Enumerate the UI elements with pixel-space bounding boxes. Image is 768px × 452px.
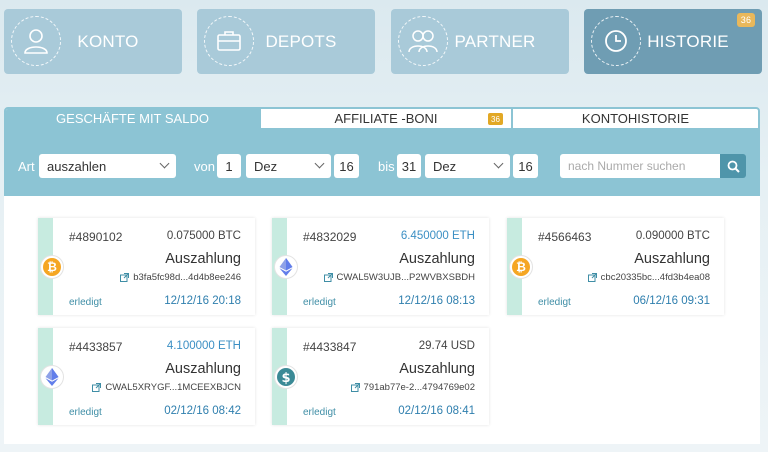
transaction-amount: 0.090000 BTC [635, 230, 710, 242]
transaction-id: #4433847 [303, 340, 357, 354]
nav-button-historie[interactable]: HISTORIE 36 [584, 9, 762, 74]
transaction-amount: 29.74 USD [418, 340, 475, 352]
bis-day-field[interactable]: 31 [397, 154, 421, 178]
transaction-card[interactable]: #4433857 4.100000 ETH Auszahlung CWAL5XR… [38, 328, 255, 425]
transactions-panel: ₿ #4890102 0.075000 BTC Auszahlung b3fa5… [4, 196, 760, 444]
search-input[interactable] [560, 154, 720, 178]
von-month-select[interactable]: Dez [246, 154, 331, 178]
transaction-status: erledigt [303, 407, 336, 418]
transaction-address-link[interactable]: b3fa5fc98d...4d4b8ee246 [120, 272, 241, 283]
external-link-icon [587, 273, 597, 282]
svg-text:$: $ [281, 371, 290, 386]
tab-label: KONTOHISTORIE [581, 111, 690, 126]
nav-button-depots[interactable]: DEPOTS [197, 9, 375, 74]
external-link-icon [323, 273, 333, 282]
external-link-icon [350, 383, 360, 392]
transaction-card[interactable]: ₿ #4566463 0.090000 BTC Auszahlung cbc20… [507, 218, 724, 315]
transaction-address-link[interactable]: CWAL5W3UJB...P2WVBXSBDH [323, 272, 475, 283]
bis-month-select[interactable]: Dez [425, 154, 510, 178]
dollar-icon: $ [274, 365, 298, 389]
von-label: von [194, 159, 215, 174]
bis-year-field[interactable]: 16 [513, 154, 538, 178]
nav-label-depots: DEPOTS [265, 31, 337, 51]
von-year-field[interactable]: 16 [334, 154, 359, 178]
transaction-date: 02/12/16 08:41 [398, 405, 475, 417]
external-link-icon [92, 383, 102, 392]
svg-text:₿: ₿ [516, 260, 526, 274]
transaction-card[interactable]: ₿ #4890102 0.075000 BTC Auszahlung b3fa5… [38, 218, 255, 315]
art-select-value: auszahlen [47, 158, 107, 174]
filter-bar: Art auszahlen von 1 Dez 16 bis 31 Dez 16 [4, 130, 760, 196]
tab-affiliate-boni[interactable]: AFFILIATE -BONI 36 [259, 109, 511, 128]
bitcoin-icon: ₿ [509, 255, 533, 279]
search-button[interactable] [720, 154, 746, 178]
transaction-status: erledigt [538, 297, 571, 308]
transaction-address: CWAL5XRYGF...1MCEEXBJCN [105, 382, 241, 393]
bitcoin-icon: ₿ [40, 255, 64, 279]
transaction-date: 12/12/16 20:18 [164, 295, 241, 307]
transaction-status: erledigt [69, 297, 102, 308]
chevron-down-icon [314, 158, 325, 169]
nav-button-partner[interactable]: PARTNER [391, 9, 569, 74]
external-link-icon [120, 273, 130, 282]
transaction-date: 06/12/16 09:31 [633, 295, 710, 307]
transaction-type: Auszahlung [165, 251, 241, 267]
nav-button-konto[interactable]: KONTO [4, 9, 182, 74]
transaction-address-link[interactable]: cbc20335bc...4fd3b4ea08 [587, 272, 710, 283]
tab-label: AFFILIATE -BONI [334, 111, 438, 126]
transaction-address-link[interactable]: 791ab77e-2...4794769e02 [350, 382, 475, 393]
tab-geschaefte-mit-saldo[interactable]: GESCHÄFTE MIT SALDO [6, 109, 259, 128]
svg-text:₿: ₿ [47, 260, 57, 274]
transaction-status: erledigt [303, 297, 336, 308]
bis-month-value: Dez [433, 158, 457, 174]
von-month-value: Dez [254, 158, 278, 174]
transaction-date: 02/12/16 08:42 [164, 405, 241, 417]
ethereum-icon [40, 365, 64, 389]
nav-label-partner: PARTNER [454, 31, 536, 51]
historie-count-badge: 36 [737, 13, 755, 27]
tab-label: GESCHÄFTE MIT SALDO [56, 111, 209, 126]
transaction-address: b3fa5fc98d...4d4b8ee246 [133, 272, 241, 283]
bis-label: bis [378, 159, 395, 174]
tab-kontohistorie[interactable]: KONTOHISTORIE [511, 109, 758, 128]
transaction-address: cbc20335bc...4fd3b4ea08 [600, 272, 710, 283]
transaction-status: erledigt [69, 407, 102, 418]
transaction-type: Auszahlung [634, 251, 710, 267]
search-icon [727, 160, 740, 173]
transaction-id: #4890102 [69, 230, 123, 244]
nav-label-historie: HISTORIE [647, 31, 729, 51]
transaction-address-link[interactable]: CWAL5XRYGF...1MCEEXBJCN [92, 382, 241, 393]
transaction-address: CWAL5W3UJB...P2WVBXSBDH [336, 272, 475, 283]
transaction-type: Auszahlung [399, 361, 475, 377]
transaction-id: #4832029 [303, 230, 357, 244]
transaction-id: #4566463 [538, 230, 592, 244]
transaction-address: 791ab77e-2...4794769e02 [363, 382, 475, 393]
transaction-date: 12/12/16 08:13 [398, 295, 475, 307]
history-tabs: GESCHÄFTE MIT SALDO AFFILIATE -BONI 36 K… [4, 107, 760, 130]
art-select[interactable]: auszahlen [39, 154, 176, 178]
transaction-amount: 4.100000 ETH [166, 340, 241, 352]
art-label: Art [18, 159, 35, 174]
von-day-field[interactable]: 1 [217, 154, 241, 178]
transaction-id: #4433857 [69, 340, 123, 354]
transaction-amount: 6.450000 ETH [400, 230, 475, 242]
transaction-card[interactable]: $ #4433847 29.74 USD Auszahlung 791ab77e… [272, 328, 489, 425]
transaction-type: Auszahlung [399, 251, 475, 267]
chevron-down-icon [493, 158, 504, 169]
transaction-amount: 0.075000 BTC [166, 230, 241, 242]
transaction-type: Auszahlung [165, 361, 241, 377]
transaction-card[interactable]: #4832029 6.450000 ETH Auszahlung CWAL5W3… [272, 218, 489, 315]
nav-label-konto: KONTO [77, 31, 139, 51]
affiliate-count-badge: 36 [488, 113, 503, 125]
chevron-down-icon [159, 158, 170, 169]
ethereum-icon [274, 255, 298, 279]
